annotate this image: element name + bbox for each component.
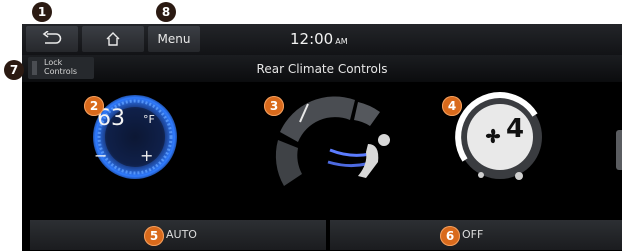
- air-mode-selector[interactable]: [270, 92, 400, 192]
- fan-low-icon[interactable]: [478, 172, 484, 178]
- menu-label: Menu: [157, 32, 191, 46]
- back-arrow-icon: [42, 31, 62, 44]
- lock-label: Lock Controls: [44, 58, 77, 76]
- fan-level: 4: [506, 114, 525, 144]
- callout-back: 1: [32, 2, 52, 22]
- clock: 12:00 AM: [290, 30, 348, 48]
- page-title: Rear Climate Controls: [256, 62, 388, 76]
- off-label: OFF: [462, 228, 484, 241]
- lock-controls-button[interactable]: Lock Controls: [28, 57, 94, 79]
- lock-label-line2: Controls: [44, 67, 78, 76]
- auto-label: AUTO: [166, 228, 197, 241]
- temperature-up-button[interactable]: +: [140, 146, 153, 165]
- callout-menu: 8: [156, 2, 176, 22]
- callout-fan: 4: [442, 96, 462, 116]
- home-icon: [106, 32, 120, 46]
- clock-time: 12:00: [290, 30, 334, 48]
- side-panel-handle[interactable]: [616, 130, 622, 170]
- callout-lock: 7: [4, 60, 24, 80]
- fan-high-icon[interactable]: [515, 172, 523, 180]
- temperature-unit: °F: [143, 113, 155, 126]
- temperature-down-button[interactable]: −: [94, 146, 107, 165]
- clock-ampm: AM: [335, 37, 348, 46]
- back-button[interactable]: [26, 26, 78, 52]
- menu-button[interactable]: Menu: [148, 26, 200, 52]
- lock-label-line1: Lock: [44, 58, 63, 67]
- off-button[interactable]: OFF: [330, 220, 622, 250]
- callout-auto: 5: [144, 226, 164, 246]
- callout-temperature: 2: [84, 96, 104, 116]
- callout-mode: 3: [264, 96, 284, 116]
- auto-button[interactable]: AUTO: [30, 220, 326, 250]
- callout-off: 6: [440, 226, 460, 246]
- lock-checkbox[interactable]: [32, 61, 37, 75]
- home-button[interactable]: [82, 26, 144, 52]
